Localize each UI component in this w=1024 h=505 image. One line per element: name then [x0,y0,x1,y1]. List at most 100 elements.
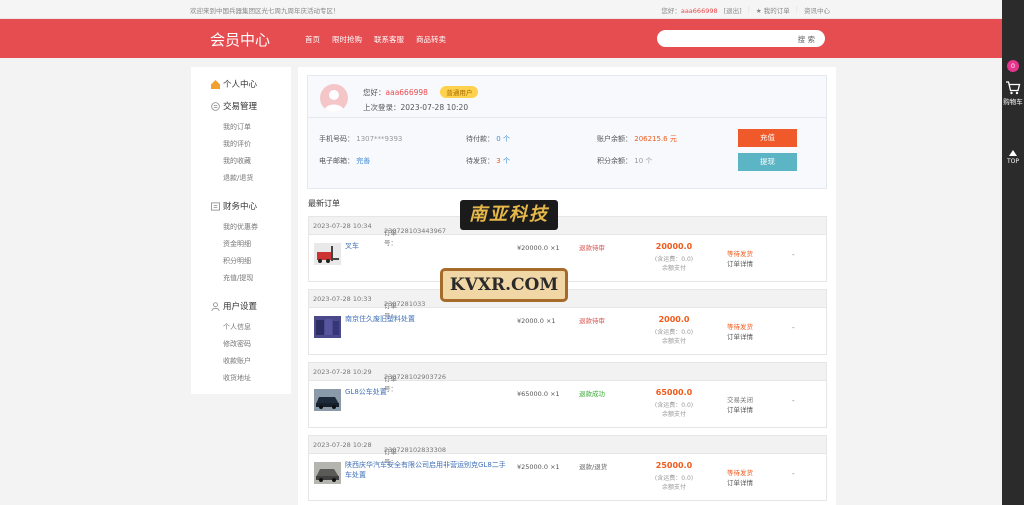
order-details-link[interactable]: 订单详情 [714,404,766,414]
watermark-logo: 南亚科技 [460,200,558,230]
sidebar-item-personal-info[interactable]: 个人信息 [223,322,251,332]
nav-resale[interactable]: 商品转卖 [416,34,446,45]
divider: | [795,5,798,13]
used-car-thumbnail[interactable] [314,462,341,484]
sidebar-item-my-orders[interactable]: 我的订单 [223,122,251,132]
sidebar-item-fund-details[interactable]: 资金明细 [223,239,251,249]
order-details-link[interactable]: 订单详情 [714,477,766,487]
search-button[interactable]: 搜 索 [798,34,815,45]
logout-link[interactable]: [退出] [724,5,742,15]
search-input[interactable] [657,30,787,47]
sidebar-item-payment-account[interactable]: 收款账户 [223,356,251,366]
cart-icon[interactable] [1005,80,1021,96]
order-row: 2023-07-28 10:28 订单号： 230728102833308 陕西庆… [308,435,827,501]
order-number-value: 230728103443967 [384,227,447,235]
sidebar-item-recharge-withdraw[interactable]: 充值/提现 [223,273,253,283]
sidebar-item-refunds[interactable]: 退款/退货 [223,173,253,183]
sidebar-item-my-favorites[interactable]: 我的收藏 [223,156,251,166]
order-time: 2023-07-28 10:28 [313,441,372,449]
greeting-label: 您好： [363,88,386,97]
wallet-icon [211,201,220,211]
order-total: 25000.0 [655,461,693,470]
sidebar-item-change-password[interactable]: 修改密码 [223,339,251,349]
order-status: 退款待审 [579,317,605,325]
payment-method: 余额支付 [661,484,686,491]
payment-method: 余额支付 [661,265,686,272]
caret-up-icon [1009,150,1017,156]
search-box: 搜 索 [657,30,825,47]
welcome-text: 欢迎来到中国兵器集团区光七周九周年庆活动专区！ [190,7,340,15]
pending-pay-unit: 个 [502,135,510,143]
member-level-badge: 普通用户 [440,86,479,98]
page-title: 会员中心 [210,31,271,49]
phone-row: 手机号码： 1307***9393 [319,134,402,144]
product-name-link[interactable]: 叉车 [345,241,510,251]
profile-username: aaa666998 [385,88,428,97]
sidebar-item-my-reviews[interactable]: 我的评价 [223,139,251,149]
email-label: 电子邮箱： [319,157,354,165]
points-row: 积分余额： 10 个 [597,156,652,166]
divider: | [747,5,750,13]
header: 会员中心 首页 限时抢购 联系客服 商品转卖 搜 索 [0,19,1002,58]
sidebar-section-label: 个人中心 [223,80,258,90]
default-avatar-icon [324,90,344,112]
nav-contact-service[interactable]: 联系客服 [374,34,404,45]
withdraw-button[interactable]: 提现 [738,153,797,171]
product-name-link[interactable]: 南京住久废旧塑料处置 [345,314,510,324]
pending-ship-label: 待发货： [466,157,494,165]
transaction-closed-status: 交易关闭 [727,396,753,404]
profile-card: 您好：aaa666998 普通用户 上次登录：2023-07-28 10:20 … [307,75,827,189]
top-label: TOP [1006,158,1019,165]
points-unit: 个 [645,157,653,165]
cart-label[interactable]: 购物车 [1002,98,1024,107]
points-label: 积分余额： [597,157,632,165]
product-name-link[interactable]: GL8公车处置 [345,387,510,397]
sidebar-section-trade: 交易管理 [211,100,257,112]
order-time: 2023-07-28 10:34 [313,222,372,230]
member-sidebar: 个人中心 交易管理 我的订单 我的评价 我的收藏 退款/退货 财务中心 我的优惠… [191,67,291,394]
pending-pay-label: 待付款： [466,135,494,143]
last-login-label: 上次登录： [363,103,401,112]
sidebar-personal-center[interactable]: 个人中心 [211,78,257,90]
sidebar-section-user-settings: 用户设置 [211,300,257,312]
info-center-link[interactable]: 资讯中心 [804,5,830,15]
order-header: 2023-07-28 10:34 订单号： 230728103443967 [309,217,826,247]
nav-flash-sale[interactable]: 限时抢购 [332,34,362,45]
gl8-car-thumbnail[interactable] [314,389,341,411]
nav-home[interactable]: 首页 [305,34,320,45]
freight-note: (含运费：0.0) [654,475,694,482]
profile-header: 您好：aaa666998 普通用户 上次登录：2023-07-28 10:20 [308,76,826,118]
unit-price: ¥20000.0 ×1 [517,244,560,252]
top-username[interactable]: aaa666998 [681,7,718,15]
order-time: 2023-07-28 10:29 [313,368,372,376]
order-total: 20000.0 [655,242,693,251]
avatar[interactable] [320,84,348,112]
home-icon [211,79,220,89]
forklift-thumbnail[interactable] [314,243,341,265]
order-details-link[interactable]: 订单详情 [714,331,766,341]
order-extra: - [792,470,795,478]
sidebar-item-coupons[interactable]: 我的优惠券 [223,222,258,232]
last-login-value: 2023-07-28 10:20 [400,103,469,112]
payment-method: 余额支付 [661,411,686,418]
recharge-button[interactable]: 充值 [738,129,797,147]
order-number-value: 230728102903726 [384,373,447,381]
order-details-link[interactable]: 订单详情 [714,258,766,268]
sidebar-item-points-details[interactable]: 积分明细 [223,256,251,266]
plastic-waste-thumbnail[interactable] [314,316,341,338]
watermark-site: KVXR.COM [440,268,568,302]
unit-price: ¥25000.0 ×1 [517,463,560,471]
back-to-top-button[interactable]: TOP [1002,150,1024,165]
order-header: 2023-07-28 10:28 订单号： 230728102833308 [309,436,826,466]
my-orders-link[interactable]: ★ 我的订单 [756,5,790,15]
main-nav: 首页 限时抢购 联系客服 商品转卖 [305,34,446,45]
pending-pay-row: 待付款： 0 个 [466,134,510,144]
order-number-value: 230728102833308 [384,446,447,454]
pending-ship-count[interactable]: 3 [496,157,500,165]
shipping-status: 等待发货 [727,323,753,331]
order-row: 2023-07-28 10:29 订单号： 230728102903726 GL8… [308,362,827,428]
pending-pay-count[interactable]: 0 [496,135,500,143]
email-complete-link[interactable]: 完善 [356,157,370,165]
sidebar-item-shipping-address[interactable]: 收货地址 [223,373,251,383]
product-name-link[interactable]: 陕西庆华汽车安全有限公司启用非营运别克GL8二手车处置 [345,460,510,480]
